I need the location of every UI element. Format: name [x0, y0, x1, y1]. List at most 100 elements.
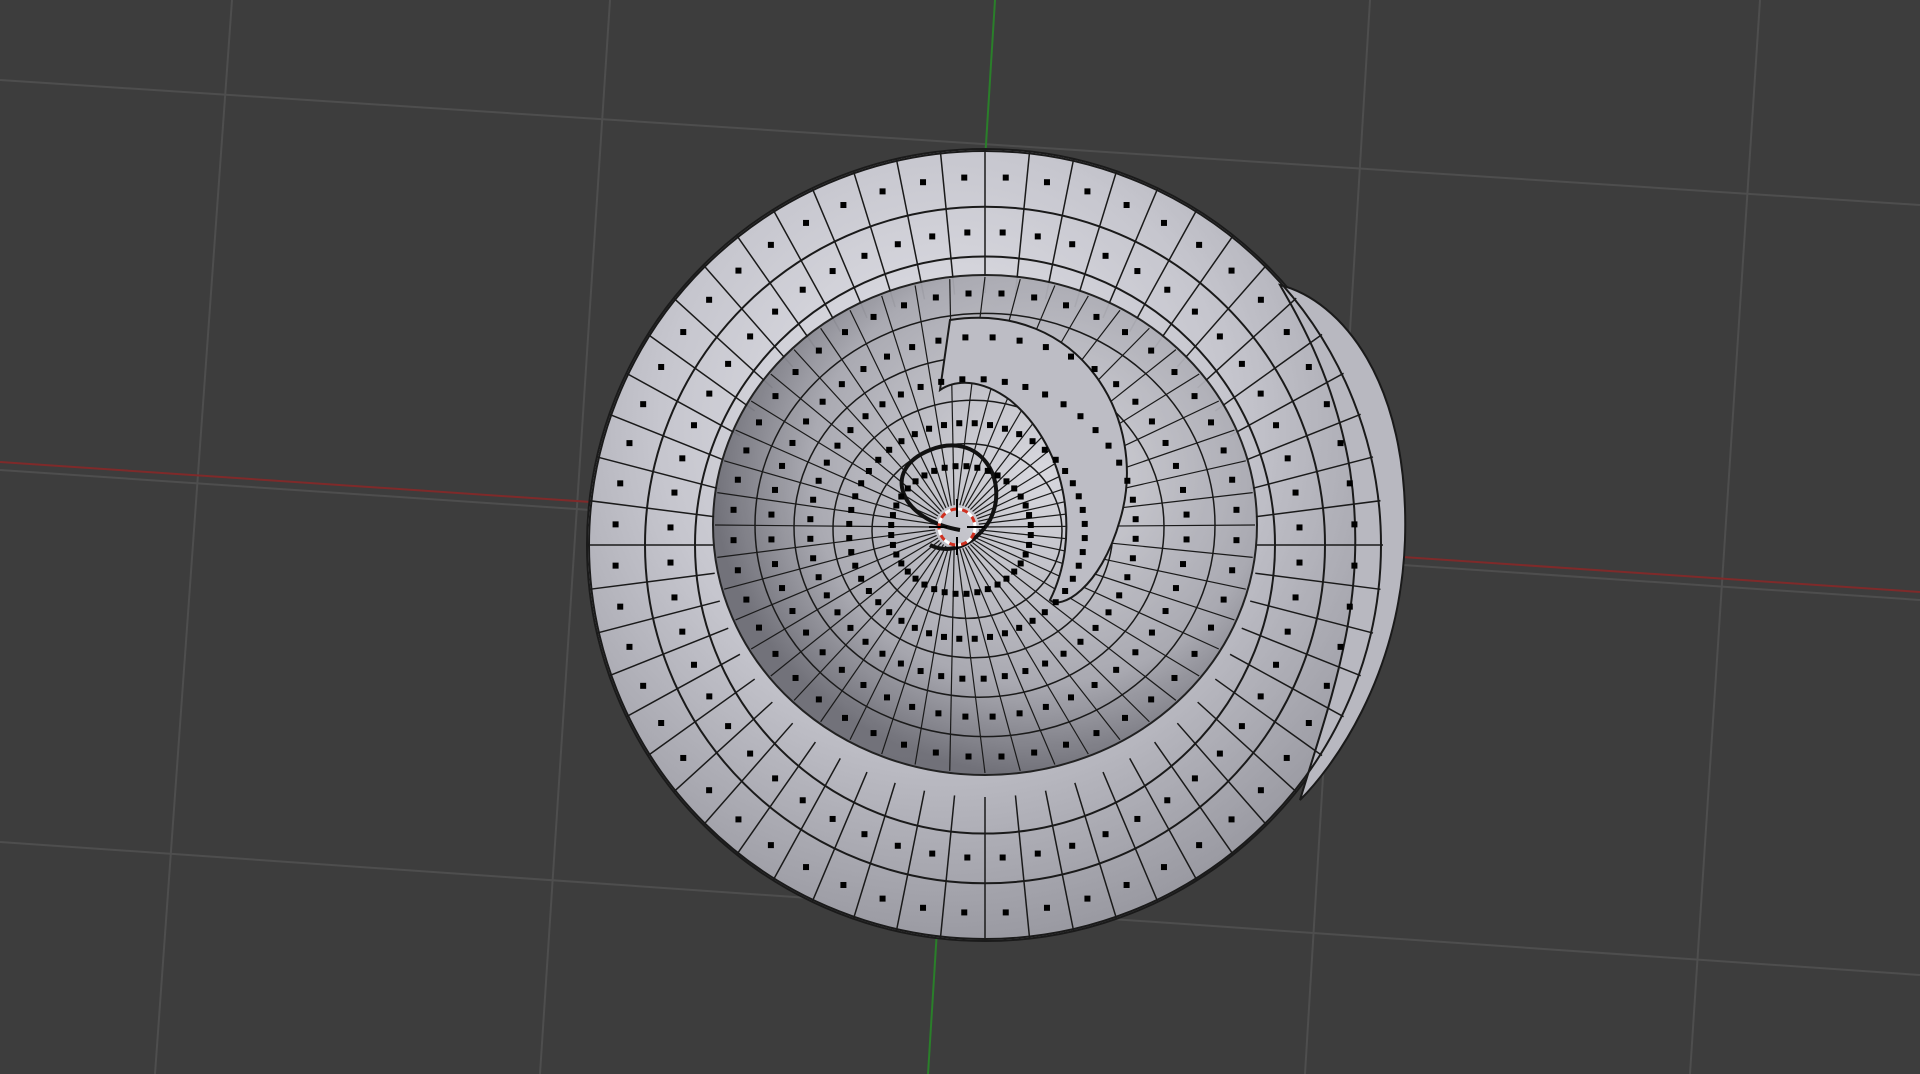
mesh-vertex	[1164, 286, 1171, 293]
mesh-vertex	[617, 480, 624, 487]
mesh-vertex	[1132, 535, 1139, 542]
mesh-vertex	[1069, 842, 1076, 849]
mesh-vertex	[772, 650, 779, 657]
mesh-vertex	[1171, 369, 1178, 376]
mesh-vertex	[1081, 520, 1088, 527]
mesh-vertex	[860, 681, 867, 688]
mesh-vertex	[1092, 427, 1099, 434]
mesh-vertex	[926, 630, 933, 637]
mesh-vertex	[987, 422, 994, 429]
mesh-vertex	[626, 643, 633, 650]
mesh-vertex	[1122, 714, 1129, 721]
mesh-vertex	[926, 425, 933, 432]
mesh-vertex	[767, 842, 774, 849]
mesh-vertex	[819, 649, 826, 656]
mesh-vertex	[823, 592, 830, 599]
mesh-vertex	[984, 467, 991, 474]
mesh-vertex	[1196, 842, 1203, 849]
3d-viewport[interactable]	[0, 0, 1920, 1074]
mesh-vertex	[1041, 446, 1048, 453]
mesh-vertex	[768, 536, 775, 543]
mesh-vertex	[898, 438, 905, 445]
mesh-vertex	[956, 635, 963, 642]
mesh-vertex	[772, 308, 779, 315]
mesh-vertex	[1134, 815, 1141, 822]
mesh-vertex	[894, 842, 901, 849]
mesh-vertex	[920, 179, 927, 186]
mesh-vertex	[912, 575, 919, 582]
mesh-vertex	[1132, 398, 1139, 405]
mesh-vertex	[706, 390, 713, 397]
mesh-vertex	[888, 521, 895, 528]
mesh-vertex	[1124, 477, 1131, 484]
mesh-vertex	[1283, 754, 1290, 761]
mesh-vertex	[961, 174, 968, 181]
mesh-vertex	[959, 376, 966, 383]
mesh-vertex	[1123, 881, 1130, 888]
mesh-vertex	[640, 682, 647, 689]
mesh-vertex	[865, 588, 872, 595]
mesh-vertex	[706, 296, 713, 303]
mesh-vertex	[819, 398, 826, 405]
mesh-vertex	[840, 881, 847, 888]
mesh-vertex	[1183, 511, 1190, 518]
mesh-vertex	[815, 696, 822, 703]
mesh-vertex	[1116, 592, 1123, 599]
mesh-vertex	[963, 463, 970, 470]
mesh-vertex	[840, 202, 847, 209]
mesh-vertex	[962, 713, 969, 720]
mesh-vertex	[1257, 787, 1264, 794]
mesh-vertex	[1075, 493, 1082, 500]
mesh-vertex	[846, 535, 853, 542]
mesh-vertex	[803, 418, 810, 425]
mesh-vertex	[1180, 561, 1187, 568]
mesh-vertex	[725, 360, 732, 367]
mesh-vertex	[941, 589, 948, 596]
mesh-vertex	[1113, 381, 1120, 388]
mesh-vertex	[1102, 831, 1109, 838]
mesh-vertex	[617, 603, 624, 610]
mesh-vertex	[1191, 308, 1198, 315]
mesh-vertex	[1216, 333, 1223, 340]
mesh-vertex	[829, 815, 836, 822]
mesh-vertex	[870, 313, 877, 320]
mesh-vertex	[941, 464, 948, 471]
mesh-vertex	[1067, 353, 1074, 360]
mesh-vertex	[1102, 252, 1109, 259]
mesh-vertex	[1257, 693, 1264, 700]
mesh-vertex	[1093, 313, 1100, 320]
mesh-vertex	[974, 464, 981, 471]
viewport-canvas[interactable]	[0, 0, 1920, 1074]
mesh-vertex	[680, 754, 687, 761]
mesh-vertex	[879, 895, 886, 902]
mesh-vertex	[1043, 179, 1050, 186]
spiral-shell-mesh[interactable]	[585, 147, 1407, 943]
mesh-vertex	[1084, 895, 1091, 902]
mesh-vertex	[959, 675, 966, 682]
mesh-vertex	[909, 344, 916, 351]
mesh-vertex	[1017, 560, 1024, 567]
mesh-vertex	[994, 581, 1001, 588]
mesh-vertex	[904, 485, 911, 492]
mesh-vertex	[1171, 674, 1178, 681]
mesh-vertex	[1002, 174, 1009, 181]
mesh-vertex	[1029, 617, 1036, 624]
mesh-vertex	[879, 650, 886, 657]
mesh-vertex	[1093, 730, 1100, 737]
mesh-vertex	[1022, 383, 1029, 390]
mesh-vertex	[1273, 422, 1280, 429]
mesh-vertex	[1069, 575, 1076, 582]
mesh-vertex	[841, 714, 848, 721]
mesh-vertex	[932, 749, 939, 756]
mesh-vertex	[792, 674, 799, 681]
mesh-vertex	[743, 596, 750, 603]
mesh-vertex	[1077, 413, 1084, 420]
mesh-vertex	[870, 730, 877, 737]
mesh-vertex	[1077, 638, 1084, 645]
mesh-vertex	[1132, 516, 1139, 523]
mesh-vertex	[884, 353, 891, 360]
mesh-vertex	[1069, 241, 1076, 248]
mesh-vertex	[1283, 329, 1290, 336]
mesh-vertex	[1337, 440, 1344, 447]
mesh-vertex	[952, 590, 959, 597]
